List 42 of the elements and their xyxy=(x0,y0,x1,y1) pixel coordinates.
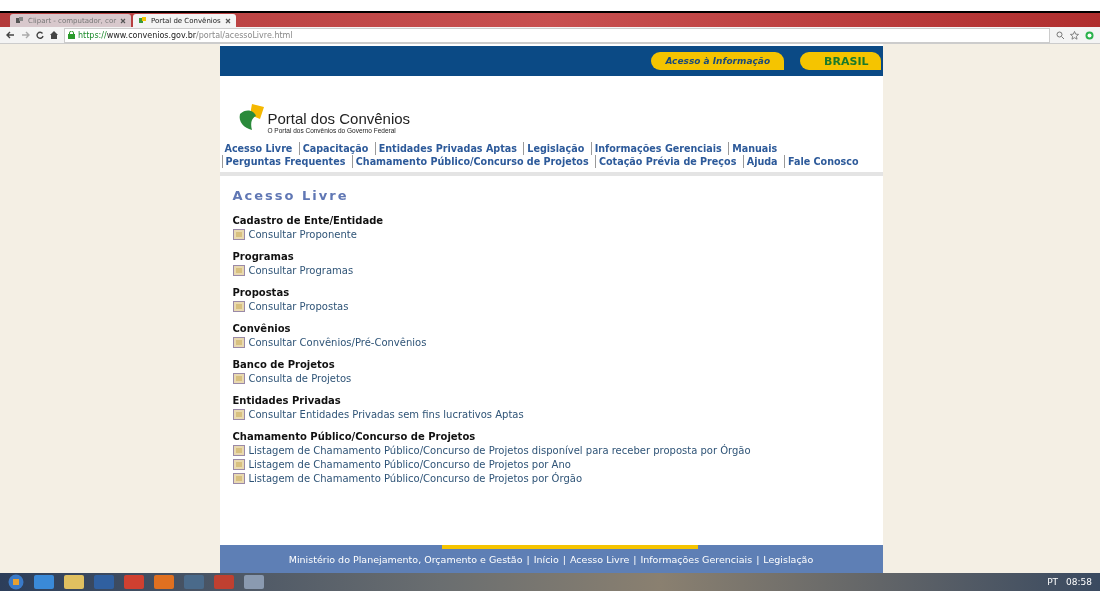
query-link[interactable]: Listagem de Chamamento Público/Concurso de Projetos por Ano xyxy=(248,459,571,470)
nav-link[interactable]: Legislação xyxy=(523,142,588,155)
footer-link[interactable]: Informações Gerenciais xyxy=(640,553,753,565)
nav-link[interactable]: Entidades Privadas Aptas xyxy=(374,142,520,155)
query-link[interactable]: Consultar Entidades Privadas sem fins lucrativos Aptas xyxy=(248,409,524,420)
query-link[interactable]: Consultar Convênios/Pré-Convênios xyxy=(248,337,427,348)
section-title: Cadastro de Ente/Entidade xyxy=(232,215,385,226)
footer-separator: | xyxy=(526,553,530,565)
footer-link[interactable]: Acesso Livre xyxy=(570,553,630,565)
nav-link[interactable]: Ajuda xyxy=(742,155,781,168)
footer-separator: | xyxy=(562,553,566,565)
nav-link[interactable]: Fale Conosco xyxy=(783,155,862,168)
section-title: Convênios xyxy=(232,323,292,334)
footer-link[interactable]: Legislação xyxy=(763,553,814,565)
footer-link[interactable]: Início xyxy=(533,553,559,565)
footer-separator: | xyxy=(756,553,760,565)
footer-link[interactable]: Ministério do Planejamento, Orçamento e Gestão xyxy=(288,553,523,565)
portal-title: Portal dos Convênios xyxy=(267,110,411,127)
footer-separator: | xyxy=(633,553,637,565)
clock[interactable]: 08:58 xyxy=(1066,577,1092,587)
language-indicator[interactable]: PT xyxy=(1047,577,1059,587)
nav-link[interactable]: Perguntas Frequentes xyxy=(221,155,349,168)
nav-link[interactable]: Informações Gerenciais xyxy=(590,142,725,155)
nav-link[interactable]: Manuais xyxy=(728,142,781,155)
address-bar[interactable]: https://www.convenios.gov.br/portal/acessoLivre.html xyxy=(64,27,1050,43)
query-link[interactable]: Listagem de Chamamento Público/Concurso de Projetos por Órgão xyxy=(248,473,582,484)
nav-link[interactable]: Chamamento Público/Concurso de Projetos xyxy=(351,155,592,168)
section-title: Entidades Privadas xyxy=(232,395,342,406)
page-heading: Acesso Livre xyxy=(232,188,350,203)
access-information-link[interactable]: Acesso à Informação xyxy=(651,52,785,70)
query-link[interactable]: Consultar Proponente xyxy=(248,229,357,240)
nav-link[interactable]: Capacitação xyxy=(298,142,372,155)
query-link[interactable]: Consulta de Projetos xyxy=(248,373,352,384)
section-title: Programas xyxy=(232,251,295,262)
section-title: Chamamento Público/Concurso de Projetos xyxy=(232,431,477,442)
query-link[interactable]: Listagem de Chamamento Público/Concurso de Projetos disponível para receber proposta por Órgão xyxy=(248,445,751,456)
nav-link[interactable]: Cotação Prévia de Preços xyxy=(594,155,740,168)
query-link[interactable]: Consultar Programas xyxy=(248,265,354,276)
nav-link[interactable]: Acesso Livre xyxy=(221,142,296,155)
section-title: Banco de Projetos xyxy=(232,359,336,370)
section-title: Propostas xyxy=(232,287,291,298)
query-link[interactable]: Consultar Propostas xyxy=(248,301,349,312)
